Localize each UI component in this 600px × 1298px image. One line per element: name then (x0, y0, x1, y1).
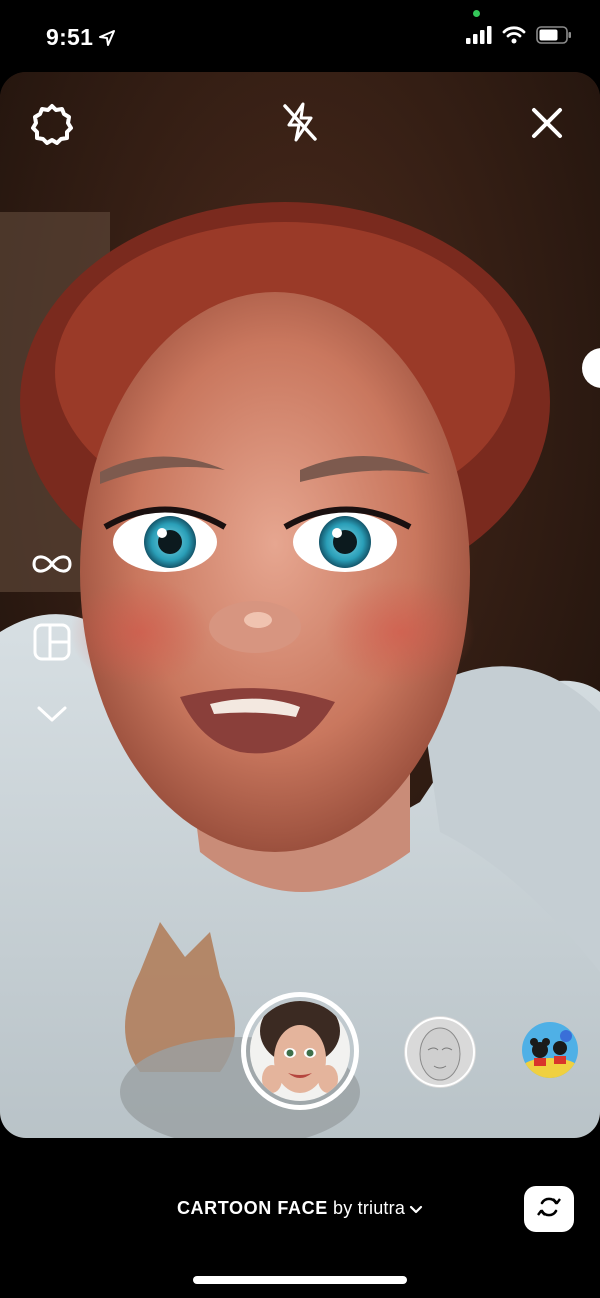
cartoon-characters-effect[interactable] (522, 1022, 578, 1078)
cartoon-face-effect[interactable] (250, 1001, 350, 1101)
settings-gear-icon (31, 103, 73, 150)
status-time-text: 9:51 (46, 24, 94, 50)
camera-in-use-indicator (473, 10, 480, 17)
location-arrow-icon (99, 29, 116, 46)
flip-camera-icon (534, 1194, 564, 1225)
layout-button[interactable] (30, 622, 74, 666)
flash-toggle-button[interactable] (278, 102, 322, 146)
close-icon (531, 107, 563, 144)
chevron-down-icon (409, 1199, 423, 1220)
signal-bars-icon (466, 26, 492, 44)
boomerang-infinity-icon (31, 553, 73, 580)
flash-off-icon (280, 101, 320, 148)
wifi-icon (502, 26, 526, 44)
effect-author: by triutra (327, 1198, 406, 1218)
home-indicator[interactable] (193, 1276, 407, 1284)
camera-viewfinder[interactable] (0, 72, 600, 1138)
boomerang-button[interactable] (30, 544, 74, 588)
status-bar: 9:51 (0, 0, 600, 76)
layout-grid-icon (33, 623, 71, 666)
close-button[interactable] (526, 104, 568, 146)
flip-camera-button[interactable] (524, 1186, 574, 1232)
sketch-face-effect[interactable] (404, 1016, 476, 1088)
more-tools-button[interactable] (30, 694, 74, 738)
effect-title: CARTOON FACE (176, 1198, 328, 1218)
effect-name-label[interactable]: CARTOON FACE by triutra (0, 1198, 600, 1220)
settings-button[interactable] (28, 102, 76, 150)
status-time: 9:51 (46, 24, 116, 51)
battery-icon (536, 26, 572, 44)
status-icons (466, 26, 572, 44)
camera-feed-image (0, 72, 600, 1138)
chevron-down-icon (36, 704, 68, 729)
